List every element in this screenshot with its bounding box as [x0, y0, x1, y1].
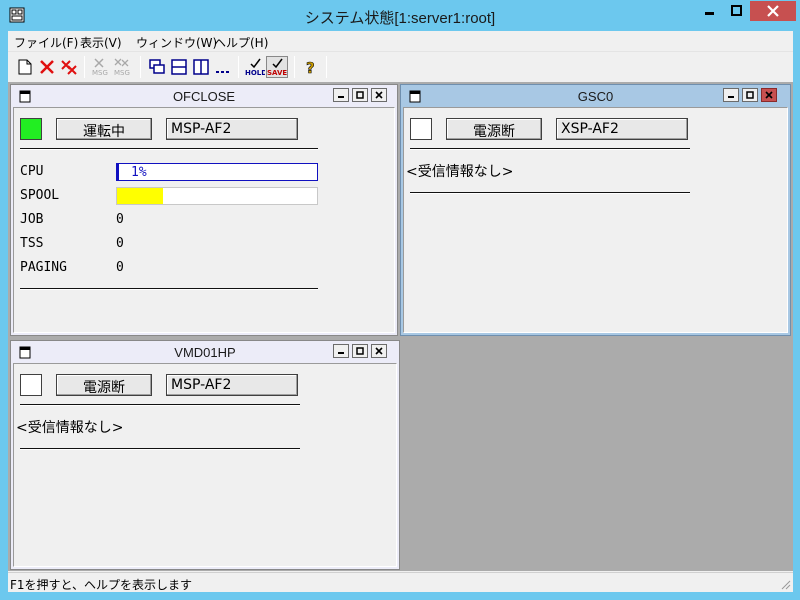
- panel-minimize-button[interactable]: [333, 88, 349, 102]
- panel-maximize-button[interactable]: [742, 88, 758, 102]
- status-text: F1を押すと、ヘルプを表示します: [10, 578, 193, 592]
- panel-vmd01hp[interactable]: VMD01HP 電源断 MSP-AF2 <受信情報なし>: [10, 340, 400, 570]
- panel-minimize-button[interactable]: [333, 344, 349, 358]
- panel-close-button[interactable]: [371, 88, 387, 102]
- system-type: MSP-AF2: [166, 374, 298, 396]
- panel-body: 運転中 MSP-AF2 CPU 1% SPOOL 23% JOB 0 TSS 0…: [13, 107, 395, 333]
- panel-close-button[interactable]: [371, 344, 387, 358]
- system-type: MSP-AF2: [166, 118, 298, 140]
- hold-icon[interactable]: HOLD: [244, 56, 266, 78]
- paging-label: PAGING: [20, 260, 67, 275]
- main-window: システム状態[1:server1:root] ファイル(F) 表示(V) ウィン…: [0, 0, 800, 600]
- menu-bar: ファイル(F) 表示(V) ウィンドウ(W) ヘルプ(H): [8, 31, 793, 51]
- panel-close-button[interactable]: [761, 88, 777, 102]
- menu-window[interactable]: ウィンドウ(W): [136, 34, 217, 51]
- maximize-button[interactable]: [723, 1, 750, 21]
- toolbar: MSG MSG HOLD SAVE ?: [8, 51, 793, 81]
- help-icon[interactable]: ?: [300, 56, 322, 78]
- panel-maximize-button[interactable]: [352, 88, 368, 102]
- svg-text:SAVE: SAVE: [267, 69, 287, 77]
- tss-value: 0: [116, 236, 124, 251]
- resize-grip-icon[interactable]: [779, 578, 791, 590]
- close-button[interactable]: [750, 1, 796, 21]
- spool-label: SPOOL: [20, 188, 60, 203]
- cpu-label: CPU: [20, 164, 44, 179]
- tile-horizontal-icon[interactable]: [168, 56, 190, 78]
- system-type: XSP-AF2: [556, 118, 688, 140]
- panel-minimize-button[interactable]: [723, 88, 739, 102]
- svg-text:MSG: MSG: [92, 69, 108, 77]
- mdi-workspace: OFCLOSE 運転中 MSP-AF2 CPU 1% SPOOL 23% JOB…: [8, 82, 793, 571]
- panel-maximize-button[interactable]: [352, 344, 368, 358]
- title-bar[interactable]: システム状態[1:server1:root]: [0, 0, 800, 31]
- arrange-icons-icon[interactable]: [212, 56, 234, 78]
- spool-value: 23%: [175, 189, 199, 204]
- tss-label: TSS: [20, 236, 44, 251]
- divider: [20, 404, 300, 406]
- panel-ofclose-titlebar[interactable]: OFCLOSE: [11, 85, 397, 107]
- divider: [20, 288, 318, 290]
- window-title: システム状態[1:server1:root]: [304, 10, 496, 27]
- divider: [20, 148, 318, 150]
- msg-all-icon[interactable]: MSG: [112, 56, 134, 78]
- save-icon[interactable]: SAVE: [266, 56, 288, 78]
- divider: [20, 448, 300, 450]
- status-indicator: [410, 118, 432, 140]
- power-status: 運転中: [56, 118, 152, 140]
- menu-view[interactable]: 表示(V): [80, 34, 122, 51]
- panel-body: 電源断 XSP-AF2 <受信情報なし>: [403, 107, 788, 333]
- cascade-icon[interactable]: [146, 56, 168, 78]
- svg-text:?: ?: [306, 59, 315, 76]
- delete-all-icon[interactable]: [58, 56, 80, 78]
- divider: [410, 192, 690, 194]
- delete-icon[interactable]: [36, 56, 58, 78]
- client-area: ファイル(F) 表示(V) ウィンドウ(W) ヘルプ(H) MSG MSG HO…: [8, 31, 793, 592]
- power-status: 電源断: [56, 374, 152, 396]
- panel-gsc0-titlebar[interactable]: GSC0: [401, 85, 790, 107]
- menu-file[interactable]: ファイル(F): [14, 34, 78, 51]
- panel-ofclose[interactable]: OFCLOSE 運転中 MSP-AF2 CPU 1% SPOOL 23% JOB…: [10, 84, 398, 336]
- job-value: 0: [116, 212, 124, 227]
- cpu-value: 1%: [131, 165, 147, 180]
- msg-icon[interactable]: MSG: [90, 56, 112, 78]
- status-indicator: [20, 374, 42, 396]
- status-indicator: [20, 118, 42, 140]
- divider: [410, 148, 690, 150]
- cpu-meter: 1%: [116, 163, 318, 181]
- panel-body: 電源断 MSP-AF2 <受信情報なし>: [13, 363, 397, 567]
- status-bar: F1を押すと、ヘルプを表示します: [8, 572, 793, 592]
- power-status: 電源断: [446, 118, 542, 140]
- panel-gsc0[interactable]: GSC0 電源断 XSP-AF2 <受信情報なし>: [400, 84, 791, 336]
- tile-vertical-icon[interactable]: [190, 56, 212, 78]
- svg-text:HOLD: HOLD: [245, 69, 265, 77]
- job-label: JOB: [20, 212, 44, 227]
- no-info-message: <受信情報なし>: [406, 164, 514, 180]
- menu-help[interactable]: ヘルプ(H): [214, 34, 268, 51]
- no-info-message: <受信情報なし>: [16, 420, 124, 436]
- minimize-button[interactable]: [696, 1, 723, 21]
- new-icon[interactable]: [14, 56, 36, 78]
- spool-meter: 23%: [116, 187, 318, 205]
- svg-text:MSG: MSG: [114, 69, 130, 77]
- panel-vmd01hp-titlebar[interactable]: VMD01HP: [11, 341, 399, 363]
- paging-value: 0: [116, 260, 124, 275]
